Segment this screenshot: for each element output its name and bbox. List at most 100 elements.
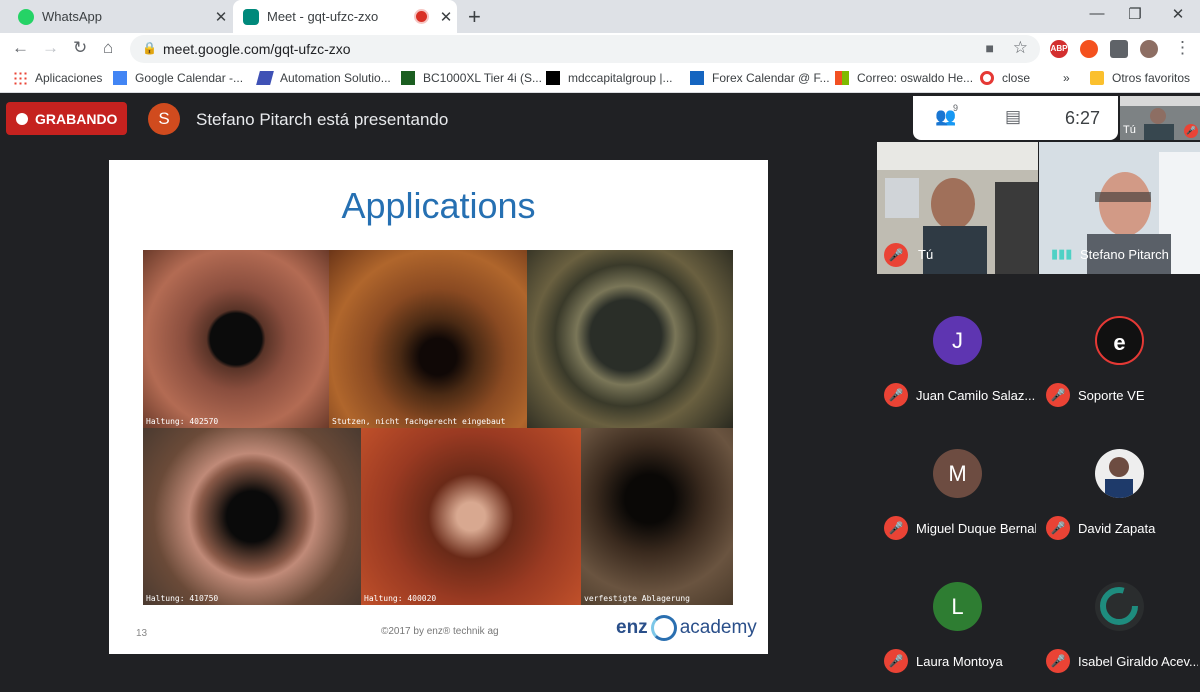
participant-tile[interactable]: 🎤 Isabel Giraldo Acev... (1039, 560, 1200, 692)
pipe-photo (527, 250, 733, 428)
avatar (1095, 449, 1144, 498)
recording-badge: GRABANDO (6, 102, 127, 135)
video-tile-self[interactable]: 🎤 Tú (877, 142, 1038, 274)
avatar: J (933, 316, 982, 365)
presenter-status-text: Stefano Pitarch está presentando (196, 110, 449, 129)
muted-mic-icon: 🎤 (1046, 649, 1070, 673)
automation-icon (256, 71, 274, 85)
lock-icon: 🔒 (142, 41, 157, 55)
reload-icon[interactable]: ↻ (73, 38, 87, 58)
meet-icon (243, 8, 259, 25)
extension-cloud-icon[interactable] (1080, 40, 1098, 58)
whatsapp-icon (18, 8, 34, 25)
slide-title: Applications (341, 185, 536, 226)
microsoft-icon (835, 71, 849, 85)
tab-meet[interactable]: Meet - gqt-ufzc-zxo ✕ (233, 0, 457, 33)
opera-icon (980, 71, 994, 85)
bookmark-automation[interactable]: Automation Solutio... (256, 71, 391, 85)
wix-icon (546, 71, 560, 85)
bookmark-close[interactable]: close (980, 71, 1030, 85)
recording-indicator-icon (416, 11, 427, 22)
bookmark-correo[interactable]: Correo: oswaldo He... (835, 71, 973, 85)
avatar: e (1095, 316, 1144, 365)
bookmark-star-icon[interactable]: ☆ (1013, 38, 1028, 58)
pipe-photo: Haltung: 410750 (143, 428, 361, 605)
muted-mic-icon: 🎤 (884, 383, 908, 407)
pipe-photo: Haltung: 402570 (143, 250, 329, 428)
v-logo-icon (401, 71, 415, 85)
enz-academy-logo: enz academy (616, 615, 757, 641)
address-bar[interactable]: 🔒 meet.google.com/gqt-ufzc-zxo ■ ☆ (130, 35, 1040, 63)
home-icon[interactable]: ⌂ (103, 38, 113, 58)
speaking-indicator-icon: ▮▮▮ (1051, 246, 1073, 261)
participant-tile[interactable]: M 🎤 Miguel Duque Bernal (877, 427, 1038, 559)
bookmark-apps[interactable]: Aplicaciones (13, 71, 102, 85)
browser-tab-strip: WhatsApp ✕ Meet - gqt-ufzc-zxo ✕ + — ❐ ✕ (0, 0, 1200, 33)
avatar-logo (1100, 587, 1138, 625)
bookmark-mdccapital[interactable]: mdccapitalgroup |... (546, 71, 673, 85)
forex-icon (690, 71, 704, 85)
meet-top-panel: 👥 9 ▤ 6:27 (913, 96, 1118, 140)
participant-name: Juan Camilo Salaz... (916, 388, 1036, 403)
tile-name: Tú (918, 247, 934, 262)
meet-call-area: GRABANDO S Stefano Pitarch está presenta… (0, 94, 1200, 675)
pipe-photo: Stutzen, nicht fachgerecht eingebaut (329, 250, 527, 428)
participant-tile[interactable]: 🎤 David Zapata (1039, 427, 1200, 559)
participant-name: Soporte VE (1078, 388, 1145, 403)
chat-icon[interactable]: ▤ (1005, 107, 1021, 127)
menu-kebab-icon[interactable]: ⋮ (1174, 38, 1191, 58)
avatar (1095, 582, 1144, 631)
slide-copyright: ©2017 by enz® technik ag (381, 626, 499, 637)
participant-name: Miguel Duque Bernal (916, 521, 1036, 536)
self-thumb-label: Tú (1123, 124, 1136, 136)
participant-tile[interactable]: J 🎤 Juan Camilo Salaz... (877, 294, 1038, 426)
avatar: M (933, 449, 982, 498)
bookmarks-overflow-button[interactable]: » (1063, 71, 1070, 85)
participant-name: Isabel Giraldo Acev... (1078, 654, 1198, 669)
close-tab-icon[interactable]: ✕ (210, 8, 232, 26)
calendar-icon (113, 71, 127, 85)
pipe-photo: verfestigte Ablagerung (581, 428, 733, 605)
muted-mic-icon: 🎤 (1046, 516, 1070, 540)
participant-tile[interactable]: L 🎤 Laura Montoya (877, 560, 1038, 692)
avatar-photo (1105, 457, 1133, 498)
bookmark-forex[interactable]: Forex Calendar @ F... (690, 71, 830, 85)
bookmark-bc1000xl[interactable]: BC1000XL Tier 4i (S... (401, 71, 542, 85)
participant-name: David Zapata (1078, 521, 1156, 536)
meeting-clock: 6:27 (1065, 108, 1101, 128)
presenter-avatar: S (148, 103, 180, 135)
logo-swirl-icon (650, 615, 677, 641)
url-text: meet.google.com/gqt-ufzc-zxo (163, 41, 351, 57)
muted-mic-icon: 🎤 (884, 516, 908, 540)
minimize-button[interactable]: — (1077, 5, 1117, 22)
maximize-button[interactable]: ❐ (1115, 5, 1155, 23)
bookmark-calendar[interactable]: Google Calendar -... (113, 71, 243, 85)
participant-name: Laura Montoya (916, 654, 1003, 669)
camera-icon[interactable]: ■ (986, 40, 994, 56)
self-view-thumbnail[interactable]: Tú 🎤 (1120, 96, 1200, 140)
video-tile-presenter[interactable]: ▮▮▮ Stefano Pitarch (1039, 142, 1200, 274)
presentation-slide: Applications Haltung: 402570 Stutzen, ni… (109, 160, 768, 654)
people-count: 9 (953, 103, 959, 113)
forward-icon[interactable]: → (42, 38, 59, 58)
tab-whatsapp[interactable]: WhatsApp ✕ (8, 0, 232, 33)
avatar: L (933, 582, 982, 631)
bookmarks-bar: Aplicaciones Google Calendar -... Automa… (0, 65, 1200, 93)
muted-mic-icon: 🎤 (884, 243, 908, 267)
record-dot-icon (16, 112, 28, 125)
close-tab-icon[interactable]: ✕ (435, 8, 457, 26)
tab-title: WhatsApp (42, 9, 102, 24)
pipe-photo: Haltung: 400020 (361, 428, 581, 605)
other-bookmarks-folder[interactable]: Otros favoritos (1090, 71, 1190, 85)
extensions-puzzle-icon[interactable] (1110, 40, 1128, 58)
close-window-button[interactable]: ✕ (1158, 5, 1198, 23)
apps-grid-icon (13, 71, 27, 85)
browser-toolbar: ← → ↻ ⌂ 🔒 meet.google.com/gqt-ufzc-zxo ■… (0, 33, 1200, 65)
muted-mic-icon: 🎤 (884, 649, 908, 673)
participant-tile[interactable]: e 🎤 Soporte VE (1039, 294, 1200, 426)
new-tab-button[interactable]: + (468, 4, 481, 30)
back-icon[interactable]: ← (12, 38, 29, 58)
profile-avatar-icon[interactable] (1140, 40, 1158, 58)
muted-mic-icon: 🎤 (1184, 124, 1198, 138)
adblock-icon[interactable]: ABP (1050, 40, 1068, 58)
